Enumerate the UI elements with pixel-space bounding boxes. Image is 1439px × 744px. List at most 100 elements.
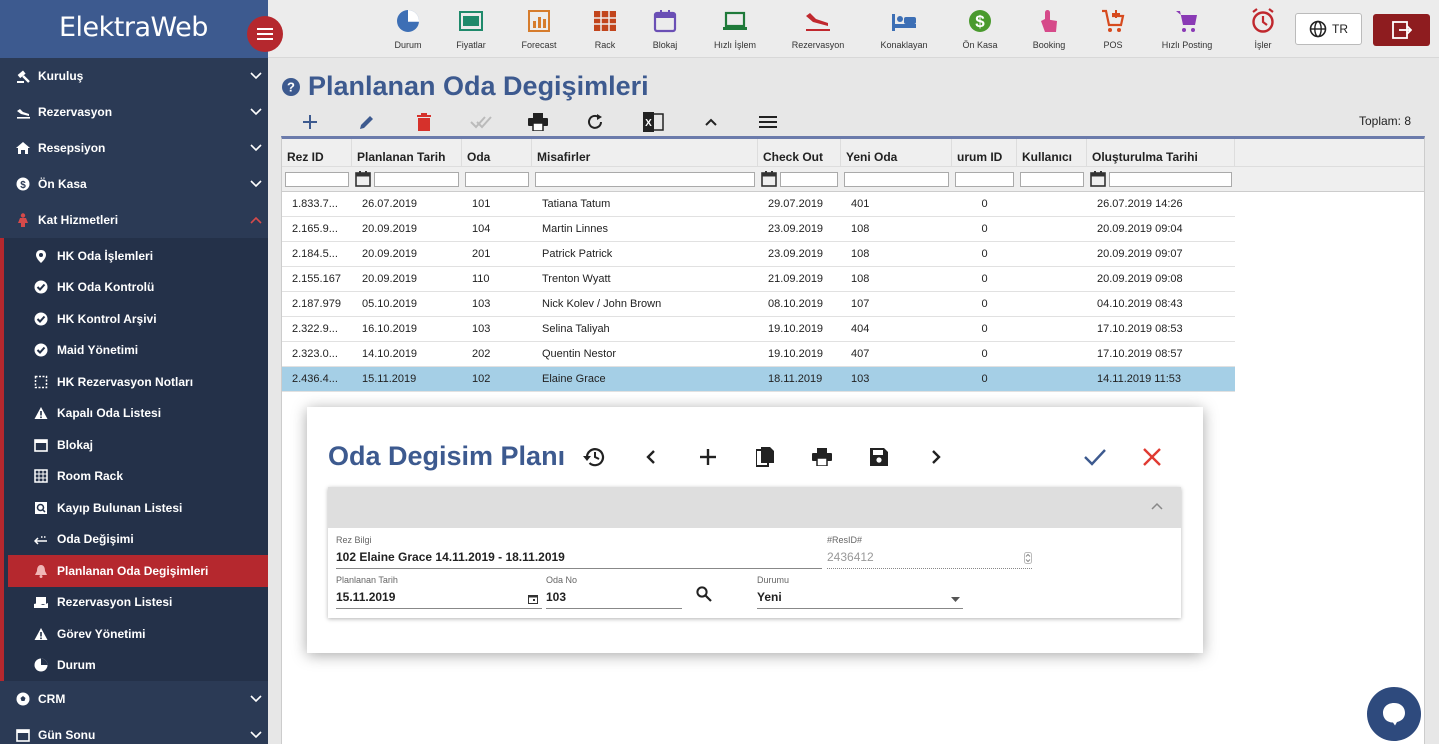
alarm-clock-icon (1252, 8, 1274, 33)
filter-input[interactable] (1020, 171, 1084, 187)
toolbar-bed-button[interactable]: Konaklayan (869, 8, 939, 50)
toolbar-alarm-clock-button[interactable]: İşler (1228, 8, 1298, 50)
column-header[interactable]: Misafirler (532, 139, 758, 166)
check-circle-icon (34, 280, 48, 294)
previous-button[interactable] (639, 445, 663, 469)
table-row[interactable]: 2.322.9... 16.10.2019 103 Selina Taliyah 19.… (282, 317, 1235, 342)
toolbar-calendar-button[interactable]: Blokaj (630, 8, 700, 50)
table-row[interactable]: 2.155.167 20.09.2019 110 Trenton Wyatt 21.09… (282, 267, 1235, 292)
toolbar-plane-landing-button[interactable]: Rezervasyon (783, 8, 853, 50)
toolbar-cart-add-button[interactable]: POS (1078, 8, 1148, 50)
column-header[interactable]: Rez ID (282, 139, 352, 166)
rez-info-field[interactable]: Rez Bilgi 102 Elaine Grace 14.11.2019 - … (336, 535, 822, 569)
column-header[interactable]: Oluşturulma Tarihi (1087, 139, 1235, 166)
sidebar-subitem-3[interactable]: Maid Yönetimi (8, 335, 268, 367)
toolbar-cart-button[interactable]: Hızlı Posting (1152, 8, 1222, 50)
print-button[interactable] (526, 110, 550, 134)
add-button[interactable] (298, 110, 322, 134)
column-header[interactable]: Kullanıcı (1017, 139, 1087, 166)
planned-date-field[interactable]: Planlanan Tarih 15.11.2019 (336, 575, 542, 609)
toolbar-forecast-chart-button[interactable]: Forecast (504, 8, 574, 50)
column-header[interactable]: urum ID (952, 139, 1017, 166)
refresh-button[interactable] (583, 110, 607, 134)
sidebar-subitem-5[interactable]: Kapalı Oda Listesi (8, 398, 268, 430)
calendar-icon[interactable] (355, 171, 371, 187)
modal-print-button[interactable] (810, 445, 834, 469)
sidebar-item-2[interactable]: Resepsiyon (0, 130, 268, 166)
column-header[interactable]: Yeni Oda (841, 139, 952, 166)
copy-button[interactable] (753, 445, 777, 469)
sidebar-item-1[interactable]: Rezervasyon (0, 94, 268, 130)
confirm-button[interactable] (1083, 445, 1107, 469)
toolbar-price-tag-button[interactable]: Fiyatlar (436, 8, 506, 50)
search-icon[interactable] (696, 586, 712, 602)
sidebar-subitem-4[interactable]: HK Rezervasyon Notları (8, 366, 268, 398)
column-header[interactable]: Planlanan Tarih (352, 139, 462, 166)
sidebar-item-4[interactable]: Kat Hizmetleri (0, 202, 268, 238)
menu-button[interactable] (756, 110, 780, 134)
room-no-field[interactable]: Oda No 103 (546, 575, 682, 609)
toolbar-laptop-button[interactable]: Hızlı İşlem (700, 8, 770, 50)
export-excel-button[interactable]: X (641, 110, 665, 134)
filter-input[interactable] (844, 171, 949, 187)
sidebar-subitem-11[interactable]: Rezervasyon Listesi (8, 587, 268, 619)
column-header[interactable]: Check Out (758, 139, 841, 166)
sidebar-item-0[interactable]: Kuruluş (0, 58, 268, 94)
sidebar-subitem-13[interactable]: Durum (8, 650, 268, 682)
sidebar-subitem-8[interactable]: Kayıp Bulunan Listesi (8, 492, 268, 524)
table-cell: 1.833.7... (292, 198, 338, 210)
table-row[interactable]: 1.833.7... 26.07.2019 101 Tatiana Tatum 29.0… (282, 192, 1235, 217)
sidebar-subitem-10[interactable]: Planlanan Oda Degişimleri (8, 555, 268, 587)
calendar-icon[interactable] (1090, 171, 1106, 187)
new-record-button[interactable] (696, 445, 720, 469)
filter-input[interactable] (535, 171, 755, 187)
toolbar-dollar-coin-button[interactable]: $ Ön Kasa (945, 8, 1015, 50)
sidebar-subitem-9[interactable]: Oda Değişimi (8, 524, 268, 556)
column-header[interactable]: Oda (462, 139, 532, 166)
filter-input[interactable] (285, 171, 349, 187)
globe-icon (1309, 20, 1327, 38)
history-button[interactable] (582, 445, 606, 469)
sidebar-subitem-7[interactable]: Room Rack (8, 461, 268, 493)
table-row[interactable]: 2.184.5... 20.09.2019 201 Patrick Patrick 23… (282, 242, 1235, 267)
sidebar-item-label: Kuruluş (38, 69, 84, 83)
table-row[interactable]: 2.436.4... 15.11.2019 102 Elaine Grace 18.11… (282, 367, 1235, 392)
calendar-icon[interactable] (528, 594, 538, 604)
edit-button[interactable] (355, 110, 379, 134)
check-circle-icon (34, 343, 48, 357)
table-row[interactable]: 2.187.979 05.10.2019 103 Nick Kolev / John … (282, 292, 1235, 317)
filter-input[interactable] (374, 171, 459, 187)
table-cell: 202 (472, 348, 491, 360)
filter-input[interactable] (955, 171, 1014, 187)
sidebar-bottom-item-1[interactable]: Gün Sonu (0, 717, 268, 744)
close-button[interactable] (1140, 445, 1164, 469)
sidebar-subitem-12[interactable]: Görev Yönetimi (8, 618, 268, 650)
sidebar-subitem-0[interactable]: HK Oda İşlemleri (8, 240, 268, 272)
sidebar-subitem-6[interactable]: Blokaj (8, 429, 268, 461)
toolbar-touch-button[interactable]: Booking (1014, 8, 1084, 50)
sidebar-subitem-2[interactable]: HK Kontrol Arşivi (8, 303, 268, 335)
sidebar-subitem-1[interactable]: HK Oda Kontrolü (8, 272, 268, 304)
logout-button[interactable] (1373, 14, 1430, 46)
filter-input[interactable] (780, 171, 838, 187)
save-button[interactable] (867, 445, 891, 469)
help-icon[interactable]: ? (282, 77, 300, 96)
calendar-icon[interactable] (761, 171, 777, 187)
status-select[interactable]: Durumu Yeni (757, 575, 963, 609)
filter-input[interactable] (465, 171, 529, 187)
list-menu-icon (759, 116, 777, 128)
delete-button[interactable] (412, 110, 436, 134)
sidebar-bottom-item-0[interactable]: CRM (0, 681, 268, 717)
sidebar-item-3[interactable]: $ Ön Kasa (0, 166, 268, 202)
chat-button[interactable] (1367, 687, 1421, 741)
toolbar-pie-chart-button[interactable]: Durum (373, 8, 443, 50)
language-button[interactable]: TR (1295, 13, 1362, 45)
chevron-up-icon[interactable] (1151, 502, 1163, 510)
table-row[interactable]: 2.165.9... 20.09.2019 104 Martin Linnes 23.0… (282, 217, 1235, 242)
table-row[interactable]: 2.323.0... 14.10.2019 202 Quentin Nestor 19.… (282, 342, 1235, 367)
approve-all-button[interactable] (469, 110, 493, 134)
menu-toggle-button[interactable] (247, 16, 283, 52)
collapse-button[interactable] (699, 110, 723, 134)
filter-input[interactable] (1109, 171, 1232, 187)
next-button[interactable] (924, 445, 948, 469)
